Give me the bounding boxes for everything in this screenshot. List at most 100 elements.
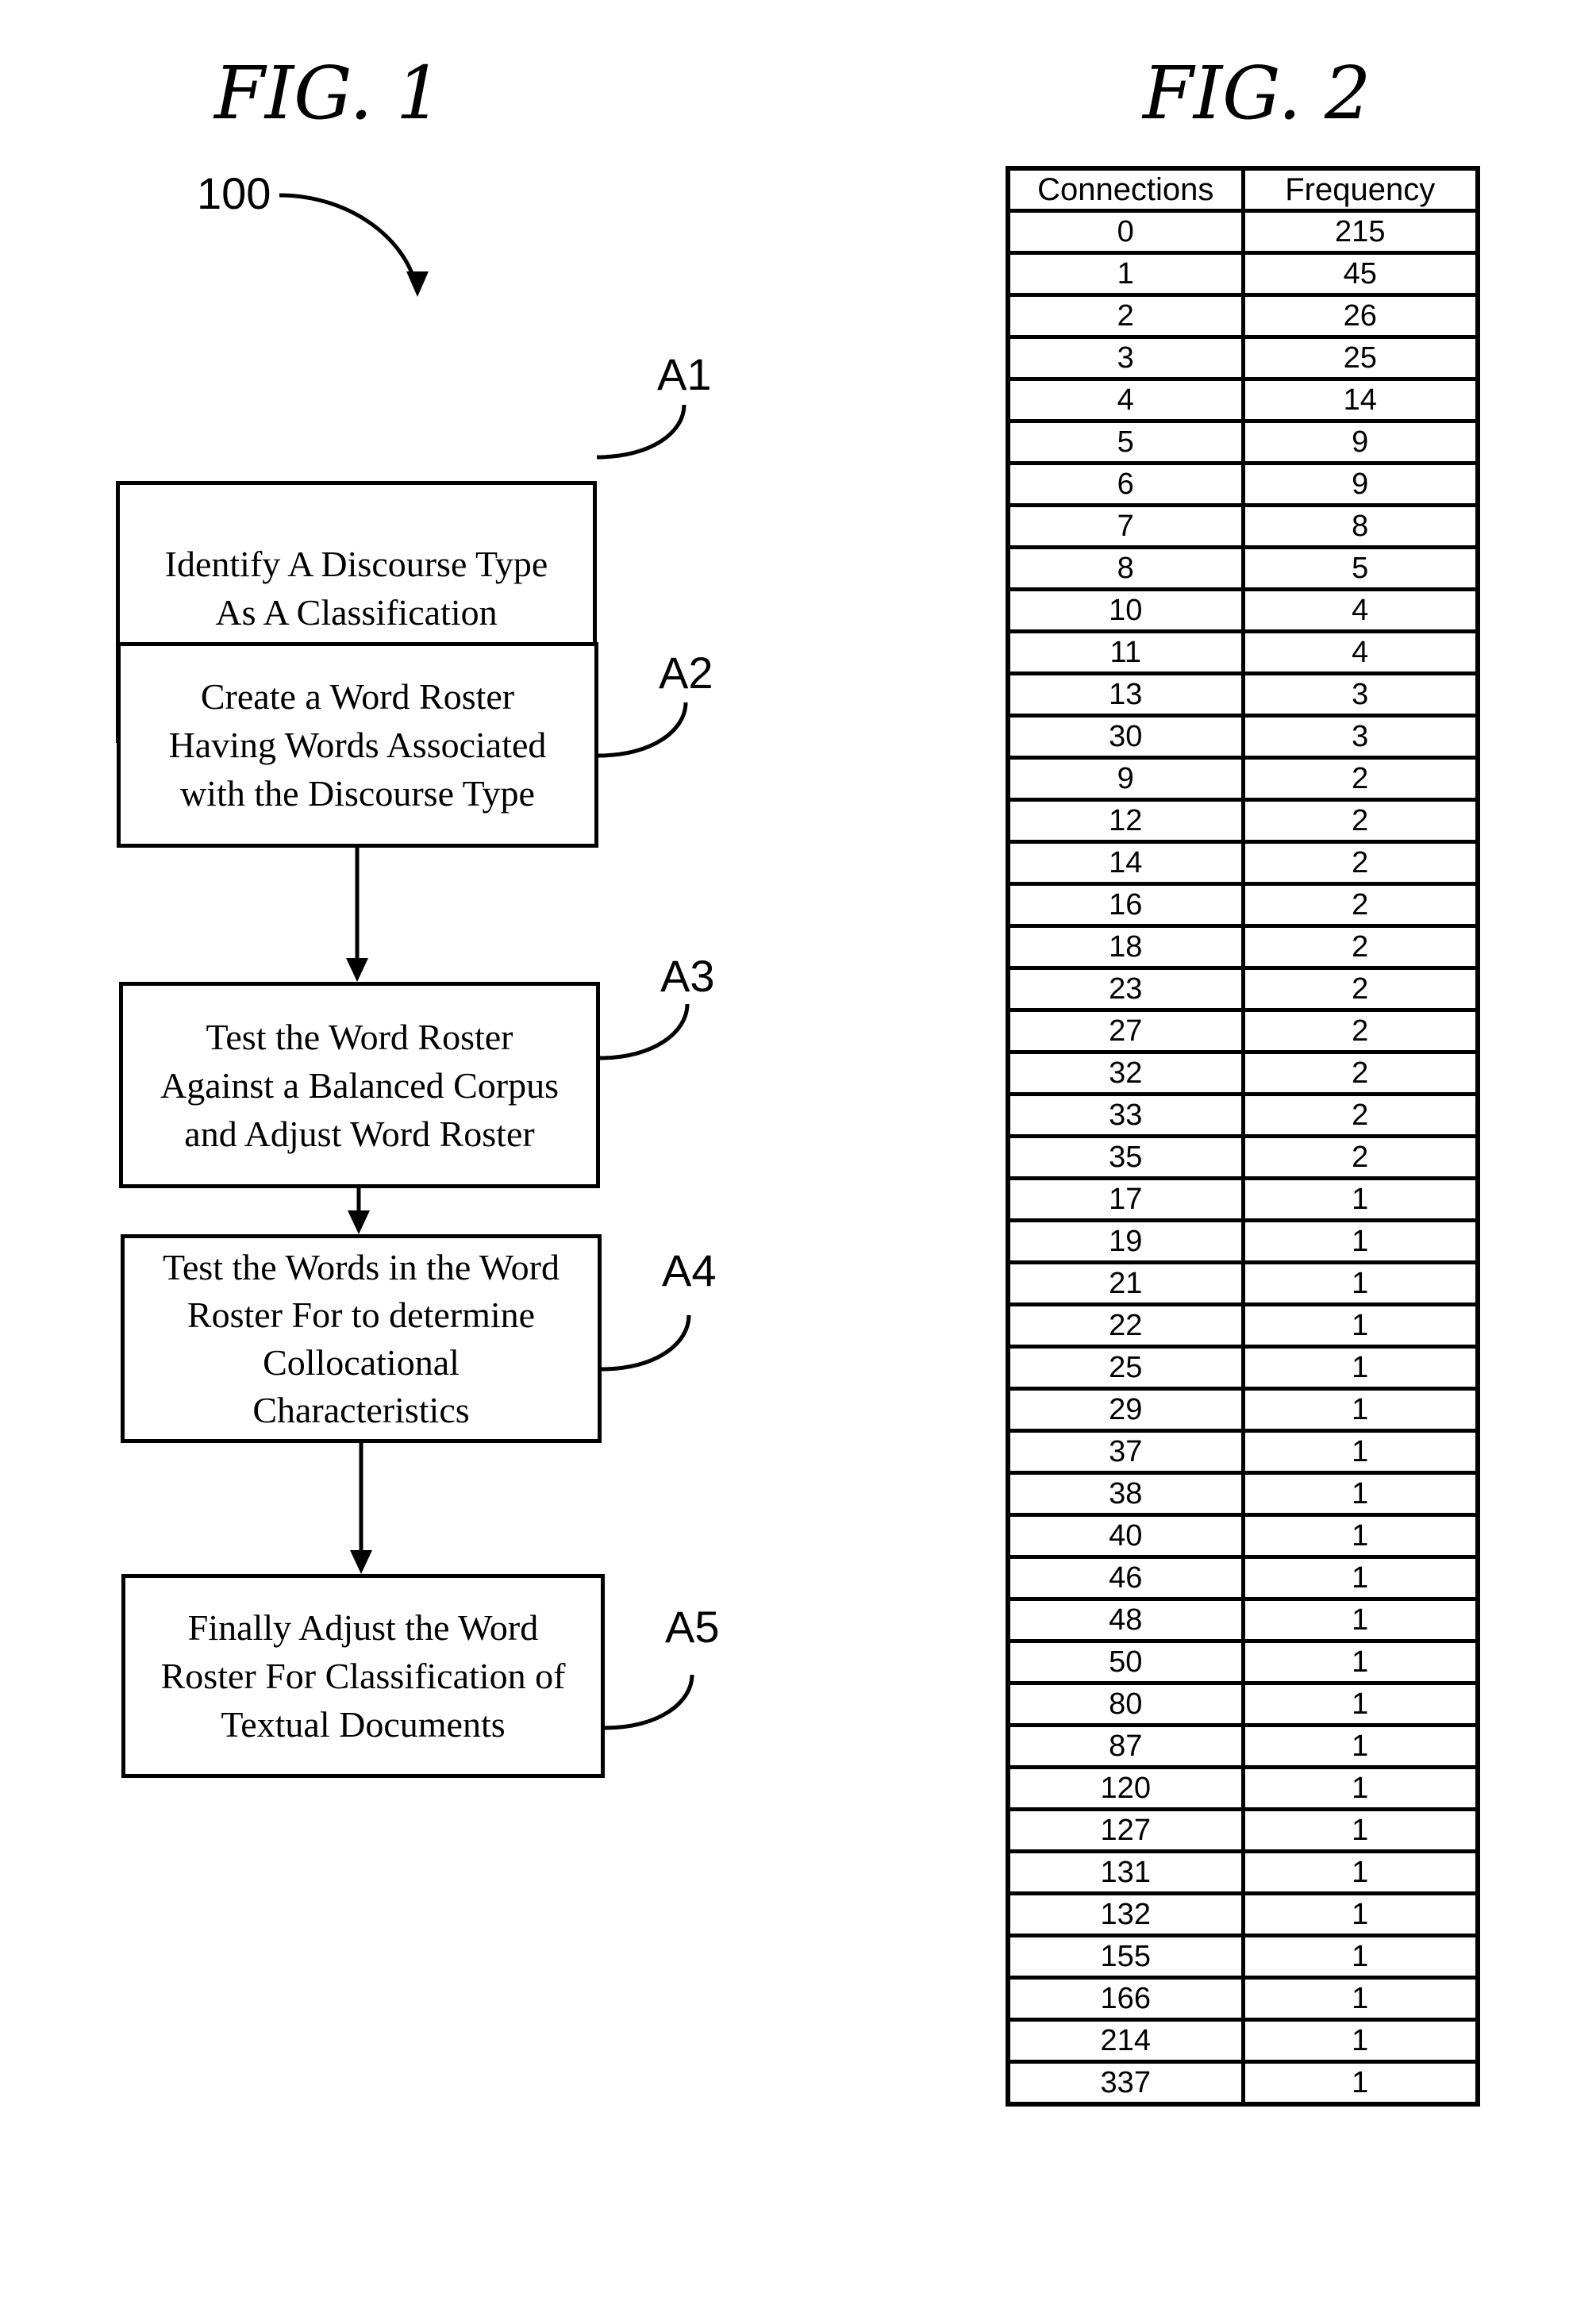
frequency-cell: 4 xyxy=(1240,587,1480,633)
table-row: 78 xyxy=(1006,503,1480,549)
frequency-cell: 4 xyxy=(1240,629,1480,675)
step-text-line: Test the Word Roster xyxy=(206,1016,513,1057)
frequency-cell: 25 xyxy=(1240,335,1480,381)
step-box-a4: Test the Words in the Word Roster For to … xyxy=(121,1234,602,1443)
header-connections: Connections xyxy=(1006,166,1245,213)
table-row: 10 4 xyxy=(1006,587,1480,633)
table-row: 35 2 xyxy=(1006,1134,1480,1180)
reference-curved-arrow xyxy=(279,193,418,287)
leader-line-a5 xyxy=(604,1674,694,1730)
step-label-a5: A5 xyxy=(665,1602,720,1652)
table-row: 2 26 xyxy=(1006,293,1480,339)
frequency-cell: 1 xyxy=(1240,1387,1480,1433)
table-row: 120 1 xyxy=(1006,1765,1480,1811)
table-row: 80 1 xyxy=(1006,1681,1480,1727)
step-text-line: and Adjust Word Roster xyxy=(184,1113,535,1154)
step-label-a3: A3 xyxy=(660,951,715,1001)
table-row: 155 1 xyxy=(1006,1934,1480,1980)
connections-cell: 29 xyxy=(1006,1387,1245,1433)
fig2-title: FIG. 2 xyxy=(1143,51,1371,136)
frequency-cell: 1 xyxy=(1240,1681,1480,1727)
table-row: 46 1 xyxy=(1006,1555,1480,1601)
table-row: 50 1 xyxy=(1006,1639,1480,1685)
step-text-line: Collocational xyxy=(263,1341,460,1383)
table-row: 21 1 xyxy=(1006,1260,1480,1306)
connections-frequency-table: Connections Frequency 0 215 1 45 2 26 3 25 4 14 5 9… xyxy=(1006,166,1480,2107)
connections-cell: 6 xyxy=(1006,461,1245,507)
frequency-cell: 1 xyxy=(1240,2018,1480,2064)
connections-cell: 23 xyxy=(1006,966,1245,1012)
arrowhead-a5-icon xyxy=(350,1550,372,1574)
table-row: 14 2 xyxy=(1006,840,1480,886)
frequency-cell: 2 xyxy=(1240,1008,1480,1054)
frequency-cell: 1 xyxy=(1240,1176,1480,1222)
frequency-cell: 2 xyxy=(1240,756,1480,802)
connections-cell: 166 xyxy=(1006,1976,1245,2022)
table-row: 127 1 xyxy=(1006,1807,1480,1853)
connections-cell: 25 xyxy=(1006,1345,1245,1391)
table-row: 214 1 xyxy=(1006,2018,1480,2064)
frequency-cell: 1 xyxy=(1240,1723,1480,1769)
table-row: 131 1 xyxy=(1006,1849,1480,1895)
connections-cell: 1 xyxy=(1006,251,1245,297)
frequency-cell: 3 xyxy=(1240,671,1480,718)
step-text-line: Roster For to determine xyxy=(187,1294,536,1335)
frequency-cell: 9 xyxy=(1240,419,1480,465)
table-row: 29 1 xyxy=(1006,1387,1480,1433)
table-row: 18 2 xyxy=(1006,924,1480,970)
leader-line-a3 xyxy=(599,1003,690,1060)
table-row: 16 2 xyxy=(1006,882,1480,928)
table-row: 23 2 xyxy=(1006,966,1480,1012)
arrowhead-ref-icon xyxy=(406,271,429,297)
frequency-cell: 215 xyxy=(1240,209,1480,255)
frequency-cell: 2 xyxy=(1240,798,1480,844)
connections-cell: 5 xyxy=(1006,419,1245,465)
step-text-line: Textual Documents xyxy=(221,1704,506,1745)
connections-cell: 127 xyxy=(1006,1807,1245,1853)
arrowhead-a4-icon xyxy=(348,1210,370,1234)
connections-cell: 132 xyxy=(1006,1891,1245,1937)
step-text-line: Against a Balanced Corpus xyxy=(160,1064,560,1106)
frequency-cell: 2 xyxy=(1240,1134,1480,1180)
table-row: 19 1 xyxy=(1006,1218,1480,1264)
table-row: 40 1 xyxy=(1006,1513,1480,1559)
frequency-cell: 2 xyxy=(1240,1050,1480,1096)
frequency-cell: 1 xyxy=(1240,1765,1480,1811)
frequency-cell: 1 xyxy=(1240,1976,1480,2022)
frequency-cell: 8 xyxy=(1240,503,1480,549)
step-text-line: with the Discourse Type xyxy=(180,773,535,814)
connections-cell: 11 xyxy=(1006,629,1245,675)
connections-cell: 214 xyxy=(1006,2018,1245,2064)
table-row: 13 3 xyxy=(1006,671,1480,718)
table-row: 1 45 xyxy=(1006,251,1480,297)
step-text-line: Create a Word Roster xyxy=(200,676,515,717)
frequency-cell: 1 xyxy=(1240,1218,1480,1264)
connections-cell: 18 xyxy=(1006,924,1245,970)
frequency-cell: 3 xyxy=(1240,714,1480,760)
step-text-line: Test the Words in the Word xyxy=(162,1246,560,1287)
frequency-cell: 26 xyxy=(1240,293,1480,339)
frequency-cell: 45 xyxy=(1240,251,1480,297)
frequency-cell: 1 xyxy=(1240,1597,1480,1643)
table-row: 87 1 xyxy=(1006,1723,1480,1769)
frequency-cell: 1 xyxy=(1240,1302,1480,1349)
table-row: 30 3 xyxy=(1006,714,1480,760)
leader-line-a2 xyxy=(598,702,688,758)
connections-cell: 155 xyxy=(1006,1934,1245,1980)
frequency-cell: 2 xyxy=(1240,840,1480,886)
table-row: 48 1 xyxy=(1006,1597,1480,1643)
connections-cell: 13 xyxy=(1006,671,1245,718)
leader-line-a1 xyxy=(596,404,686,460)
frequency-cell: 2 xyxy=(1240,1092,1480,1138)
table-row: 32 2 xyxy=(1006,1050,1480,1096)
connections-cell: 8 xyxy=(1006,545,1245,591)
frequency-cell: 1 xyxy=(1240,1934,1480,1980)
connections-cell: 3 xyxy=(1006,335,1245,381)
connections-cell: 33 xyxy=(1006,1092,1245,1138)
connections-cell: 4 xyxy=(1006,377,1245,423)
frequency-cell: 1 xyxy=(1240,1429,1480,1475)
connections-cell: 50 xyxy=(1006,1639,1245,1685)
connections-cell: 16 xyxy=(1006,882,1245,928)
table-header-row: Connections Frequency xyxy=(1006,166,1480,213)
table-row: 92 xyxy=(1006,756,1480,802)
